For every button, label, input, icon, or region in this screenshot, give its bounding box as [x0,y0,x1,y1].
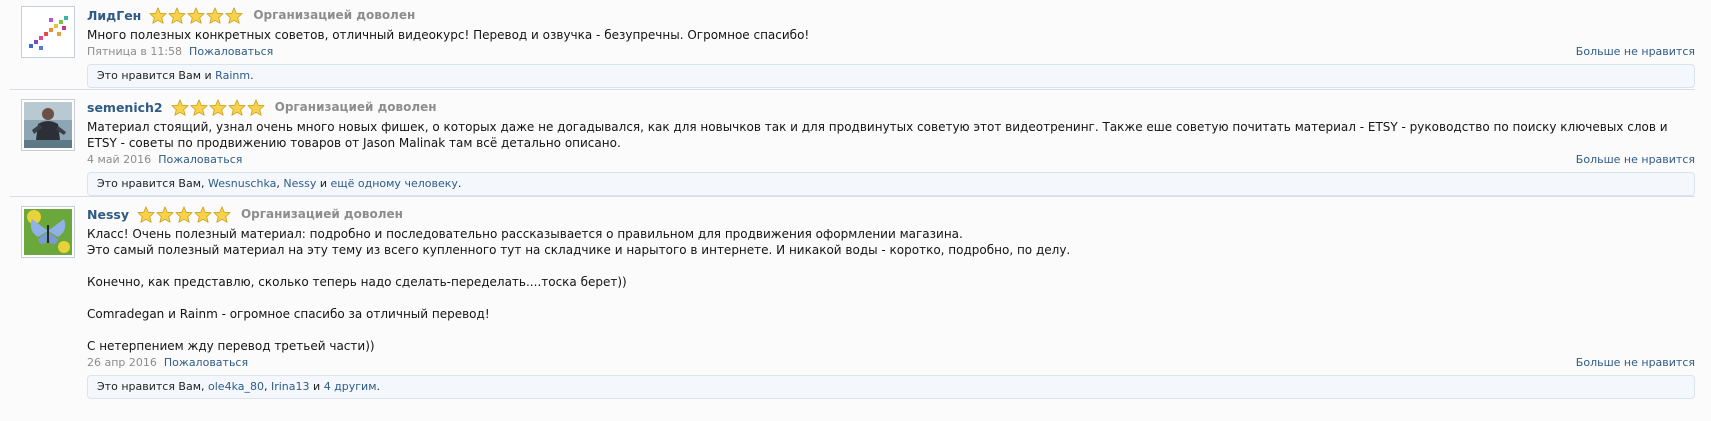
review-text: Материал стоящий, узнал очень много новы… [87,119,1697,151]
liker-link[interactable]: ещё одному человеку [330,177,457,190]
review-paragraph: Comradegan и Rainm - огромное спасибо за… [87,307,490,321]
star-icon [156,205,174,223]
avatar-butterfly-icon [24,209,72,255]
avatar[interactable] [21,99,75,151]
star-icon [225,6,243,24]
star-icon [187,6,205,24]
review-text: Много полезных конкретных советов, отлич… [87,27,1695,43]
likes-separator: и [316,177,331,190]
post-date[interactable]: 4 май 2016 [87,153,151,166]
review-paragraph: Это самый полезный материал на эту тему … [87,243,1071,257]
likes-summary: Это нравится Вам, Wesnuschka, Nessy и ещ… [87,172,1695,196]
likes-prefix: Это нравится Вам, [97,177,209,190]
likes-separator: . [376,380,381,393]
username-link[interactable]: ЛидГен [87,8,141,23]
review-paragraph: Конечно, как представлю, сколько теперь … [87,275,627,289]
review-paragraph: Много полезных конкретных советов, отлич… [87,28,810,42]
star-icon [168,6,186,24]
rating-label: Организацией доволен [240,207,403,221]
review-paragraph: Класс! Очень полезный материал: подробно… [87,227,963,241]
likes-separator: , [263,380,271,393]
unlike-link[interactable]: Больше не нравится [1576,356,1695,369]
star-icon [213,205,231,223]
post-date[interactable]: 26 апр 2016 [87,356,157,369]
divider [10,196,1695,197]
likes-summary: Это нравится Вам и Rainm. [87,64,1695,88]
star-icon [194,205,212,223]
likes-summary: Это нравится Вам, ole4ka_80, Irina13 и 4… [87,375,1695,399]
avatar[interactable] [21,6,75,58]
avatar[interactable] [21,206,75,258]
review-paragraph: С нетерпением жду перевод третьей части)… [87,339,375,353]
username-link[interactable]: Nessy [87,207,129,222]
post-date[interactable]: Пятница в 11:58 [87,45,182,58]
star-icon [171,98,189,116]
likes-separator: и [309,380,324,393]
star-icon [175,205,193,223]
star-icon [137,205,155,223]
star-icon [149,6,167,24]
avatar-pixel-logo-icon [24,9,72,55]
liker-link[interactable]: Irina13 [271,380,310,393]
review-paragraph: Материал стоящий, узнал очень много новы… [87,120,1668,150]
liker-link[interactable]: 4 другим [324,380,377,393]
likes-separator: . [457,177,462,190]
rating-label: Организацией доволен [253,8,416,22]
report-link[interactable]: Пожаловаться [158,153,242,166]
unlike-link[interactable]: Больше не нравится [1576,45,1695,58]
rating-stars [149,6,244,24]
rating-stars [171,98,266,116]
username-link[interactable]: semenich2 [87,100,163,115]
rating-stars [137,205,232,223]
liker-link[interactable]: Wesnuschka [208,177,276,190]
star-icon [209,98,227,116]
report-link[interactable]: Пожаловаться [189,45,273,58]
divider [10,89,1695,90]
star-icon [206,6,224,24]
review-text: Класс! Очень полезный материал: подробно… [87,226,1695,354]
star-icon [190,98,208,116]
likes-prefix: Это нравится Вам, [97,380,209,393]
report-link[interactable]: Пожаловаться [164,356,248,369]
star-icon [228,98,246,116]
likes-separator: . [250,69,254,82]
avatar-photo-icon [24,102,72,148]
liker-link[interactable]: ole4ka_80 [208,380,264,393]
unlike-link[interactable]: Больше не нравится [1576,153,1695,166]
likes-prefix: Это нравится Вам и [97,69,216,82]
liker-link[interactable]: Rainm [215,69,250,82]
rating-label: Организацией доволен [274,100,437,114]
liker-link[interactable]: Nessy [283,177,316,190]
star-icon [247,98,265,116]
